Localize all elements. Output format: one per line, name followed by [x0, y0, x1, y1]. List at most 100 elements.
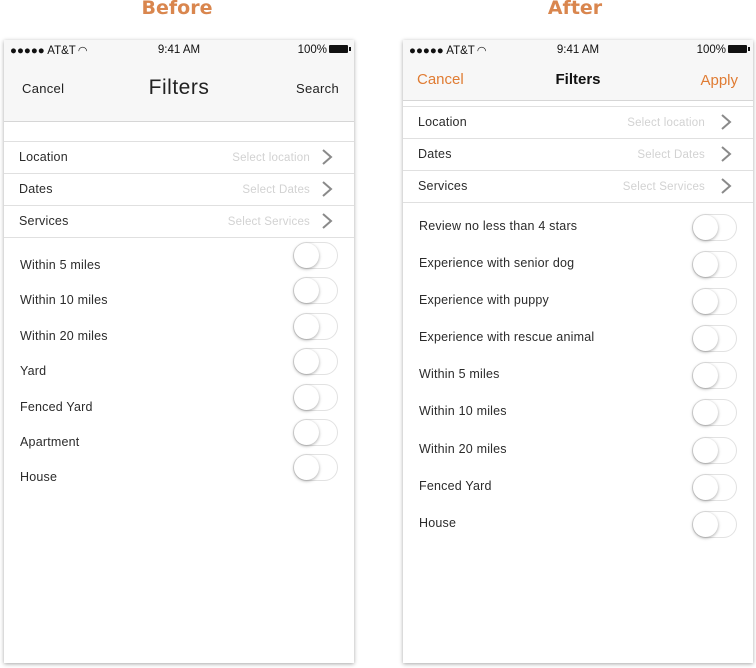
toggle-switch[interactable]: [692, 473, 737, 501]
toggle-switch[interactable]: [692, 436, 737, 464]
switch-knob: [693, 363, 718, 389]
after-phone-screen: ●●●●● AT&T ◠ 9:41 AM 100% Cancel Filters …: [403, 40, 753, 663]
toggle-row[interactable]: Fenced Yard: [4, 379, 354, 414]
toggle-label: Fenced Yard: [419, 478, 492, 493]
toggle-row[interactable]: Within 20 miles: [403, 424, 753, 464]
toggle-row[interactable]: Experience with puppy: [403, 275, 753, 316]
switch-knob: [693, 252, 718, 278]
chevron-right-icon: [320, 180, 334, 198]
toggle-switch[interactable]: [692, 399, 737, 427]
toggle-switch[interactable]: [692, 325, 737, 353]
toggle-label: Fenced Yard: [20, 399, 93, 414]
switch-knob: [294, 455, 319, 481]
select-row-hint: Select Dates: [242, 184, 310, 196]
chevron-right-icon: [320, 148, 334, 166]
toggle-switch[interactable]: [293, 418, 338, 446]
toggle-switch[interactable]: [692, 288, 737, 316]
switch-knob: [693, 215, 718, 240]
toggle-row[interactable]: Within 5 miles: [403, 349, 753, 390]
status-bar: ●●●●● AT&T ◠ 9:41 AM 100%: [4, 40, 354, 62]
toggle-row[interactable]: Within 5 miles: [4, 237, 354, 272]
battery-icon: [728, 44, 750, 53]
select-row-label: Services: [19, 214, 69, 228]
switch-knob: [693, 326, 718, 352]
select-row-services[interactable]: Services Select Services: [4, 206, 354, 238]
chevron-right-icon: [719, 145, 733, 163]
toggle-switch[interactable]: [293, 348, 338, 376]
battery-icon: [329, 44, 351, 53]
select-row-label: Location: [418, 115, 467, 129]
toggle-label: Within 10 miles: [419, 404, 507, 419]
status-bar: ●●●●● AT&T ◠ 9:41 AM 100%: [403, 40, 753, 62]
toggle-switch[interactable]: [293, 312, 338, 340]
toggle-row[interactable]: Within 10 miles: [403, 386, 753, 427]
select-list: Location Select location Dates Select Da…: [403, 106, 753, 203]
toggle-row[interactable]: House: [403, 498, 753, 538]
search-button[interactable]: Search: [296, 81, 339, 96]
switch-knob: [294, 278, 319, 304]
switch-knob: [294, 419, 319, 445]
toggle-switch[interactable]: [692, 510, 737, 538]
toggle-label: Within 20 miles: [419, 441, 507, 456]
select-row-hint: Select Dates: [637, 149, 705, 161]
switch-knob: [693, 437, 718, 463]
switch-knob: [294, 384, 319, 410]
select-row-hint: Select Services: [622, 181, 705, 193]
select-row-label: Location: [19, 150, 68, 164]
toggle-switch[interactable]: [293, 242, 338, 269]
select-row-location[interactable]: Location Select location: [403, 107, 753, 139]
toggle-list: Review no less than 4 stars Experience w…: [403, 201, 753, 538]
switch-knob: [294, 349, 319, 375]
toggle-label: Within 5 miles: [20, 258, 101, 272]
chevron-right-icon: [320, 212, 334, 230]
chevron-right-icon: [719, 113, 733, 131]
toggle-switch[interactable]: [692, 362, 737, 390]
battery-label: 100%: [297, 44, 327, 56]
toggle-list: Within 5 miles Within 10 miles Within 20…: [4, 237, 354, 485]
toggle-label: Within 20 miles: [20, 328, 108, 343]
toggle-label: Yard: [20, 364, 47, 379]
after-heading: After: [547, 0, 603, 19]
toggle-row[interactable]: Review no less than 4 stars: [403, 201, 753, 241]
toggle-label: Experience with puppy: [419, 293, 549, 308]
before-phone-screen: ●●●●● AT&T ◠ 9:41 AM 100% Cancel Filters …: [4, 40, 354, 663]
toggle-row[interactable]: Experience with rescue animal: [403, 312, 753, 353]
select-row-services[interactable]: Services Select Services: [403, 171, 753, 203]
toggle-row[interactable]: Apartment: [4, 414, 354, 449]
select-row-dates[interactable]: Dates Select Dates: [403, 139, 753, 171]
switch-knob: [693, 474, 718, 500]
toggle-label: Experience with senior dog: [419, 256, 575, 271]
nav-bar: Cancel Filters Search: [4, 62, 354, 122]
chevron-right-icon: [719, 177, 733, 195]
select-row-hint: Select location: [232, 152, 310, 164]
nav-bar: Cancel Filters Apply: [403, 62, 753, 101]
before-heading: Before: [141, 0, 213, 19]
toggle-label: House: [419, 515, 457, 530]
switch-knob: [693, 289, 718, 315]
select-row-hint: Select Services: [227, 216, 310, 228]
toggle-label: Within 5 miles: [419, 367, 500, 382]
select-row-dates[interactable]: Dates Select Dates: [4, 174, 354, 206]
toggle-switch[interactable]: [293, 454, 338, 482]
toggle-row[interactable]: Within 20 miles: [4, 308, 354, 343]
toggle-switch[interactable]: [293, 383, 338, 411]
apply-button[interactable]: Apply: [700, 72, 738, 89]
toggle-row[interactable]: Fenced Yard: [403, 461, 753, 501]
select-row-label: Services: [418, 179, 468, 193]
toggle-label: Apartment: [20, 434, 80, 449]
toggle-switch[interactable]: [293, 277, 338, 305]
toggle-label: House: [20, 470, 58, 485]
toggle-row[interactable]: Yard: [4, 343, 354, 378]
toggle-label: Within 10 miles: [20, 293, 108, 308]
switch-knob: [693, 511, 718, 537]
select-row-location[interactable]: Location Select location: [4, 142, 354, 174]
toggle-switch[interactable]: [692, 214, 737, 241]
select-row-hint: Select location: [627, 117, 705, 129]
toggle-row[interactable]: House: [4, 449, 354, 484]
switch-knob: [294, 243, 319, 268]
toggle-row[interactable]: Within 10 miles: [4, 272, 354, 307]
toggle-switch[interactable]: [692, 251, 737, 279]
select-row-label: Dates: [19, 182, 53, 196]
toggle-row[interactable]: Experience with senior dog: [403, 238, 753, 279]
switch-knob: [693, 400, 718, 426]
